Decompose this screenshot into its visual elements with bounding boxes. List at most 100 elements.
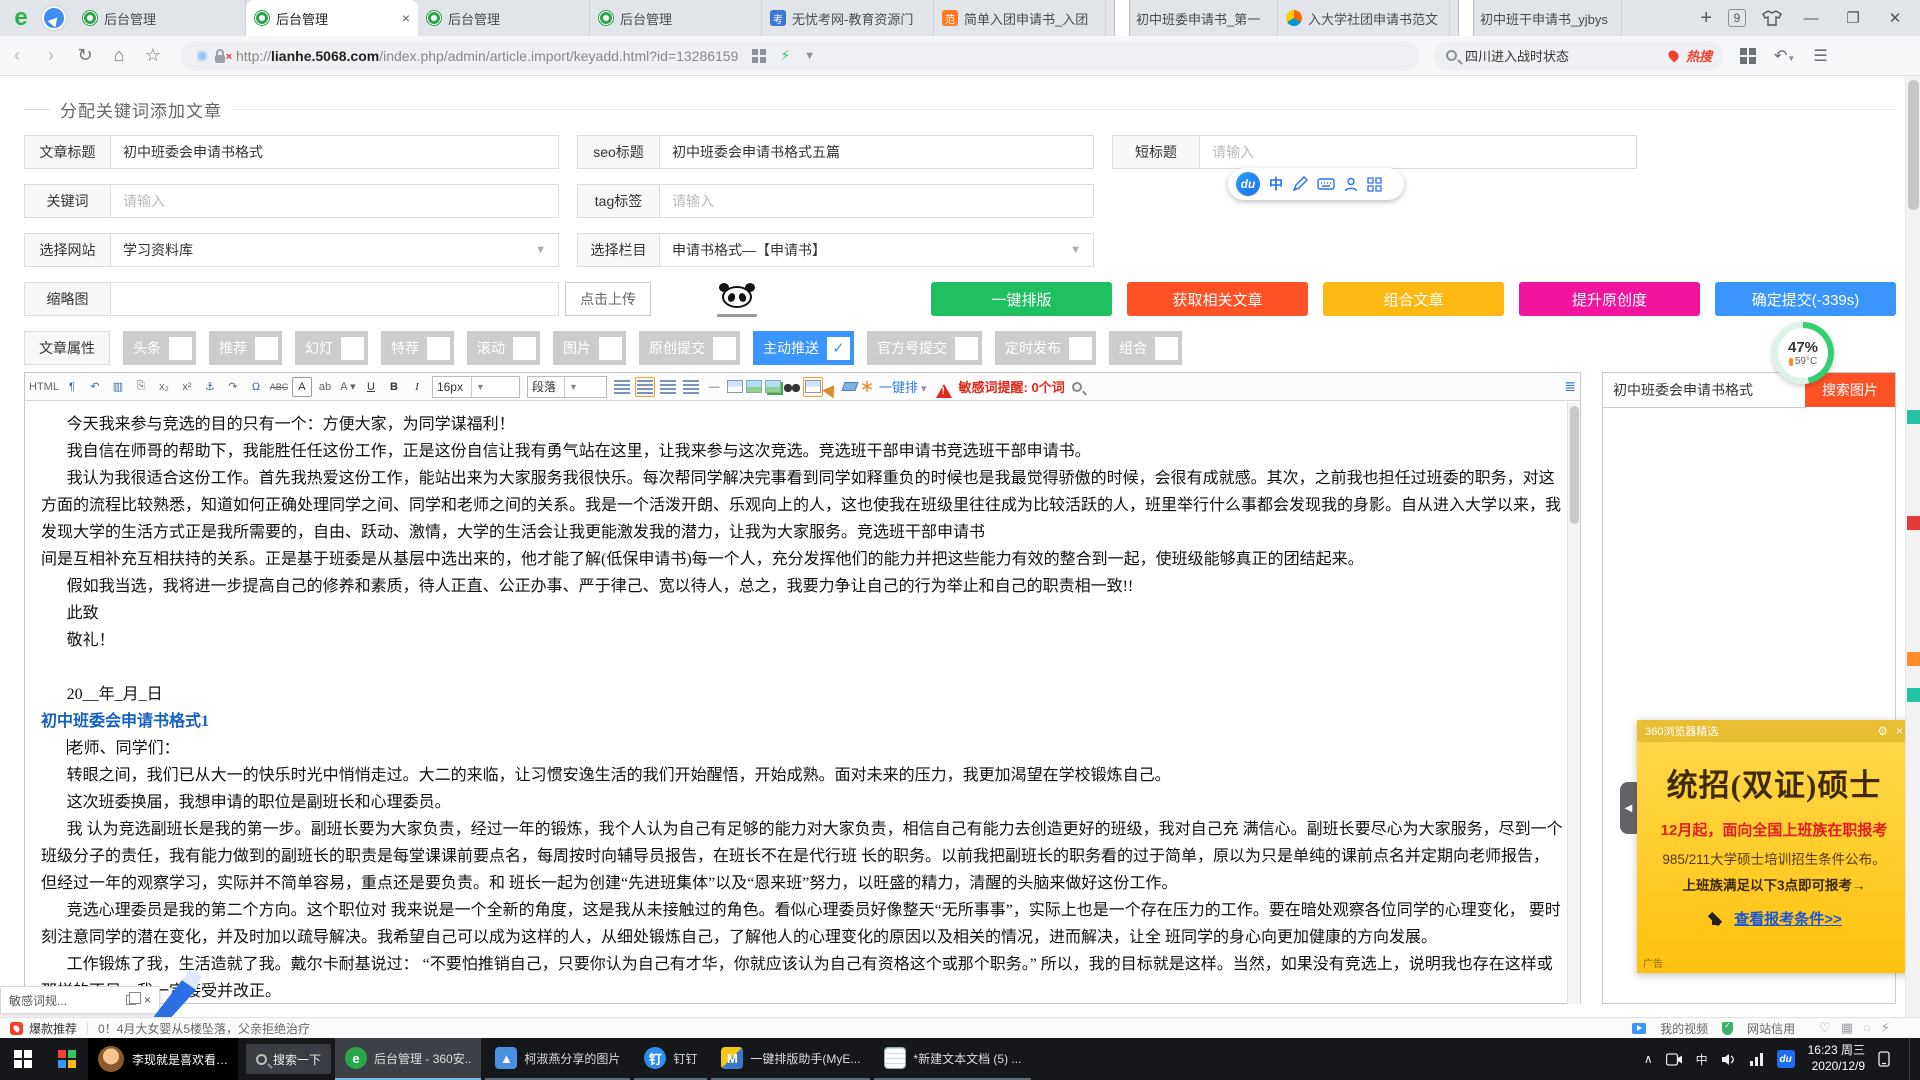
new-tab-button[interactable]: + [1700,7,1712,30]
sensitive-search-icon[interactable] [1072,382,1082,392]
ad-link-row[interactable]: 查看报考条件>> [1637,908,1911,929]
browser-tab-3[interactable]: 后台管理 [418,0,590,36]
align-right-icon[interactable] [681,377,701,397]
article-paragraph[interactable]: 20__年_月_日 [41,681,1564,708]
ad-panel[interactable]: ◀ 360浏览器精选 ⚙ × 统招(双证)硕士 12月起，面向全国上班族在职报考… [1637,720,1911,973]
article-paragraph[interactable]: 工作锻炼了我，生活造就了我。戴尔卡耐基说过： “不要怕推销自己，只要你认为自己有… [41,951,1564,1003]
attribute-checkbox[interactable] [341,337,364,360]
attribute-checkbox[interactable] [713,337,736,360]
align-center-icon[interactable] [658,377,678,397]
article-paragraph[interactable]: 转眼之间，我们已从大一的快乐时光中悄悄走过。大二的来临，让习惯安逸生活的我们开始… [41,762,1564,789]
superscript-icon[interactable]: x² [177,377,197,397]
editor-scrollbar[interactable] [1567,402,1580,1004]
strikethrough-icon[interactable]: ABC [269,377,289,397]
paragraph-select[interactable]: 段落▼ [527,376,607,398]
action-button-3[interactable]: 组合文章 [1323,282,1504,316]
taskbar-clock[interactable]: 16:23 周三 2020/12/9 [1808,1043,1865,1074]
tray-lang-indicator[interactable]: 中 [1696,1051,1708,1068]
action-button-5[interactable]: 确定提交(-339s) [1715,282,1896,316]
insert-doc-icon[interactable] [727,380,743,393]
insert-image-add-icon[interactable] [765,380,781,393]
address-bar[interactable]: http://lianhe.5068.com/index.php/admin/a… [180,41,1420,71]
attribute-主动推送[interactable]: 主动推送✓ [753,331,854,365]
editor-scrollbar-thumb[interactable] [1570,406,1579,524]
statusbar-icon-4[interactable]: ⚡ [1881,1020,1890,1035]
browser-tab-9[interactable]: 初中班干申请书_yjbys [1450,0,1622,36]
restore-button[interactable]: ❐ [1840,9,1866,27]
fontcolor-icon[interactable]: A ▾ [338,377,358,397]
tray-volume-icon[interactable] [1721,1053,1736,1066]
ad-close-icon[interactable]: × [1896,724,1903,738]
qr-code-icon[interactable] [752,49,766,63]
article-heading[interactable]: 初中班委会申请书格式1 [41,708,1564,735]
taskbar-app-2[interactable]: ▲柯淑燕分享的图片 [485,1038,630,1080]
launcher-grid-icon[interactable] [58,1050,76,1068]
forward-button[interactable]: › [34,45,68,66]
tray-notification-icon[interactable] [1878,1051,1890,1067]
menu-icon[interactable]: ☰ [1813,46,1827,66]
headline-text[interactable]: 0！4月大女婴从5楼坠落，父亲拒绝治疗 [98,1020,310,1037]
field-input[interactable]: 初中班委会申请书格式 [110,135,559,169]
underline-icon[interactable]: U [361,377,381,397]
browser-search-box[interactable]: 四川进入战时状态 热搜 [1434,41,1724,71]
baidu-ime-bar[interactable]: du 中 [1228,168,1404,200]
browser-scrollbar-thumb[interactable] [1908,80,1919,210]
attribute-组合[interactable]: 组合 [1109,331,1182,365]
font-size-select[interactable]: 16px▼ [432,376,520,398]
attribute-checkbox[interactable] [1155,337,1178,360]
field-input[interactable]: 学习资料库▼ [110,233,559,267]
editor-content[interactable]: 今天我来参与竞选的目的只有一个：方便大家，为同学谋福利！我自信在师哥的帮助下，我… [25,401,1580,1003]
article-paragraph[interactable]: 间是互相补充互相扶持的关系。正是基于班委是从基层中选出来的，他才能了解(低保申请… [41,546,1564,573]
border-color-icon[interactable]: A [292,377,312,397]
browser-tab-5[interactable]: 考无忧考网-教育资源门 [762,0,934,36]
article-paragraph[interactable]: 我自信在师哥的帮助下，我能胜任任这份工作，正是这份自信让我有勇气站在这里，让我来… [41,438,1564,465]
browser-tab-6[interactable]: 范简单入团申请书_入团 [934,0,1106,36]
extensions-grid-icon[interactable] [1740,48,1756,64]
pagebreak-icon[interactable]: ⎘ [131,377,151,397]
image-keyword-input[interactable]: 初中班委会申请书格式 [1602,372,1806,408]
field-input[interactable] [110,282,559,316]
attribute-图片[interactable]: 图片 [553,331,626,365]
highlight-icon[interactable]: ab [315,377,335,397]
onekey-layout-button[interactable]: 一键排 ▾ [879,377,927,396]
align-left-icon[interactable] [635,377,655,397]
toolbar-expand-icon[interactable]: ≣ [1564,378,1576,395]
field-input[interactable]: 请输入 [1199,135,1637,169]
baidu-ime-logo-icon[interactable]: du [1236,172,1260,196]
taskbar-app-3[interactable]: 钉钉钉 [634,1038,707,1080]
pilcrow-icon[interactable]: ¶ [62,377,82,397]
ad-link[interactable]: 查看报考条件>> [1734,908,1842,929]
reload-button[interactable]: ↻ [68,45,102,66]
sensitive-words-popup[interactable]: 敏感词规... × [0,986,160,1014]
statusbar-icon-1[interactable]: ♡ [1819,1020,1831,1035]
undo-icon[interactable]: ↶ [85,377,105,397]
field-input[interactable]: 初中班委会申请书格式五篇 [659,135,1094,169]
format-brush-icon[interactable] [822,375,844,398]
nav-compass-icon[interactable] [42,6,66,30]
minimize-button[interactable]: — [1798,10,1824,27]
dropdown-caret-icon[interactable]: ▼ [804,50,815,62]
browser-tab-8[interactable]: 入大学社团申请书范文 [1278,0,1450,36]
insert-image-icon[interactable] [746,380,762,393]
tab-count-badge[interactable]: 9 [1728,9,1746,27]
ad-settings-gear-icon[interactable]: ⚙ [1877,724,1888,738]
article-paragraph[interactable]: 今天我来参与竞选的目的只有一个：方便大家，为同学谋福利！ [41,411,1564,438]
attribute-官方号提交[interactable]: 官方号提交 [867,331,982,365]
speed-bolt-icon[interactable]: ⚡ [780,47,790,64]
upload-button[interactable]: 点击上传 [565,282,651,316]
action-button-2[interactable]: 获取相关文章 [1127,282,1308,316]
close-window-button[interactable]: ✕ [1882,9,1908,27]
browser-tab-2[interactable]: 后台管理× [246,0,418,36]
media-icon[interactable]: ▥ [108,377,128,397]
attribute-checkbox[interactable] [427,337,450,360]
attribute-checkbox[interactable] [169,337,192,360]
attribute-checkbox[interactable] [255,337,278,360]
tray-baidu-ime-icon[interactable]: du [1777,1050,1795,1068]
news-widget-text[interactable]: 李现就是喜欢看… [132,1051,228,1068]
bold-icon[interactable]: B [384,377,404,397]
article-paragraph[interactable]: 假如我当选，我将进一步提高自己的修养和素质，待人正直、公正办事、严于律己、宽以待… [41,573,1564,600]
horizontal-rule-icon[interactable]: — [704,377,724,397]
attribute-checkbox[interactable] [599,337,622,360]
field-input[interactable]: 申请书格式—【申请书】▼ [659,233,1094,267]
field-input[interactable]: 请输入 [110,184,559,218]
